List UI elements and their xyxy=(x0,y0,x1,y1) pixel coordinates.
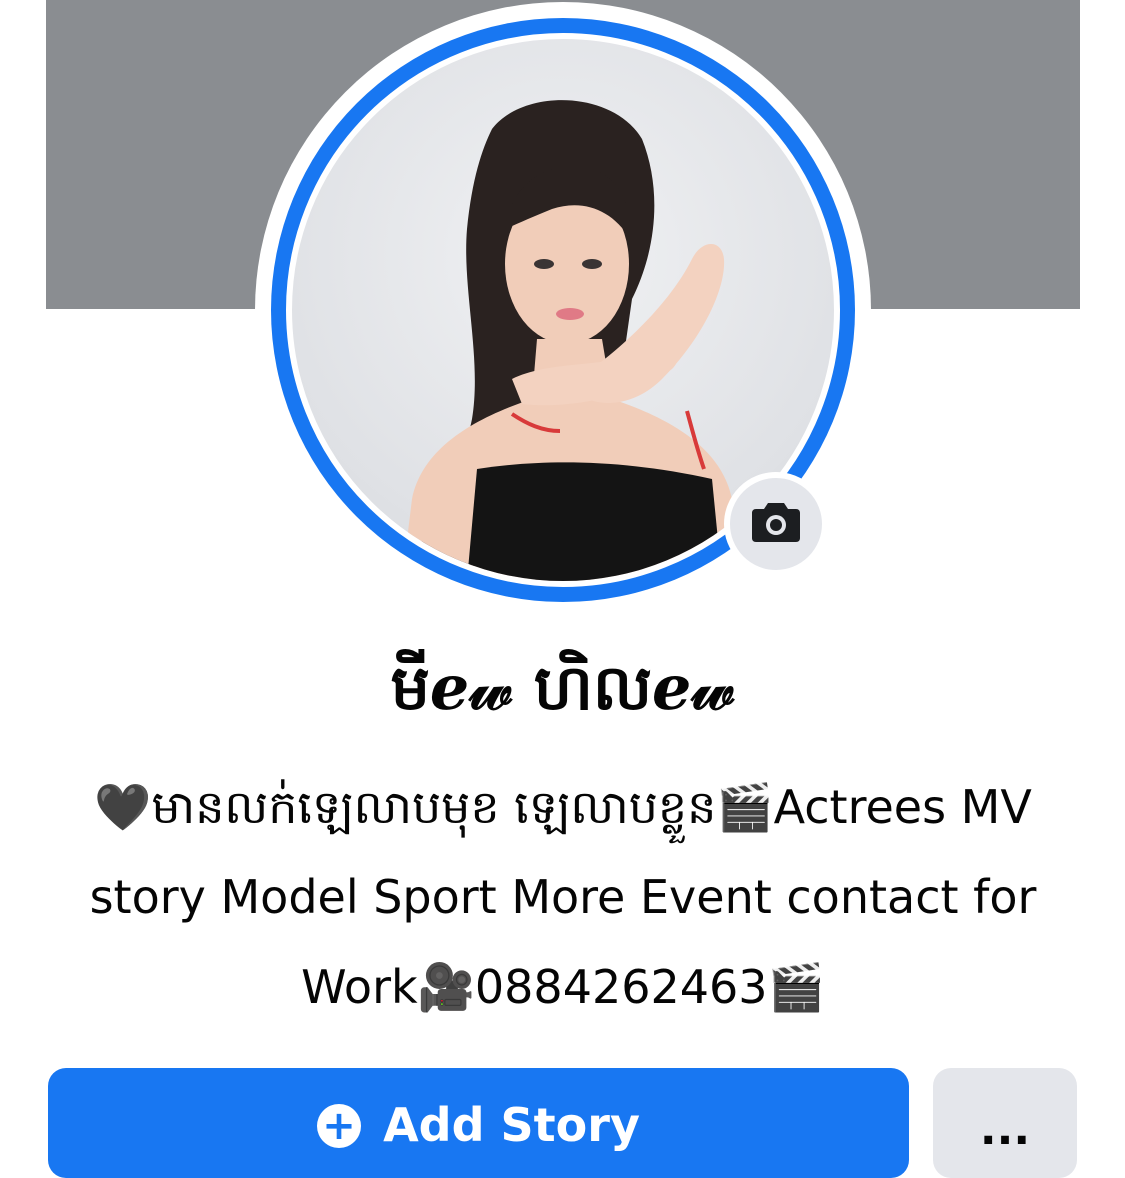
profile-bio: 🖤មានលក់ឡេលាបមុខ ឡេលាបខ្លួន🎬Actrees MV st… xyxy=(89,780,1037,1014)
profile-name: មីℯ𝓌 ហិលℯ𝓌 xyxy=(390,651,735,724)
camera-icon xyxy=(751,501,801,547)
more-icon: ... xyxy=(979,1104,1031,1155)
add-story-button[interactable]: + Add Story xyxy=(48,1068,909,1178)
change-profile-picture-button[interactable] xyxy=(724,472,828,576)
add-story-label: Add Story xyxy=(383,1098,640,1152)
plus-icon: + xyxy=(317,1104,362,1148)
more-options-button[interactable]: ... xyxy=(933,1068,1077,1178)
